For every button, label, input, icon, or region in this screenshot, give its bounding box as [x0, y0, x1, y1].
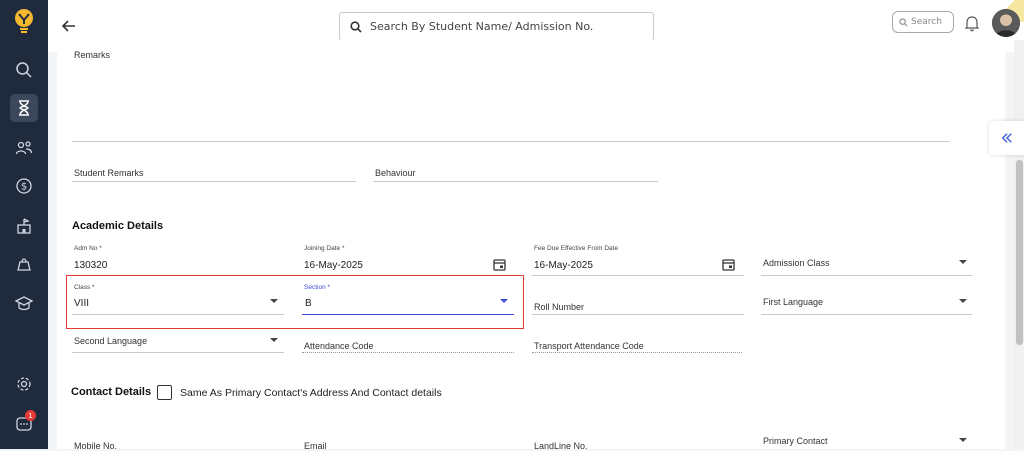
- quick-search-placeholder: Search: [911, 17, 942, 27]
- class-select[interactable]: [72, 314, 284, 315]
- primary-contact-label: Primary Contact: [763, 436, 828, 446]
- second-language-select[interactable]: [72, 352, 284, 353]
- remarks-field[interactable]: [72, 141, 949, 142]
- scrollbar-thumb[interactable]: [1016, 160, 1023, 345]
- bell-icon[interactable]: [964, 14, 980, 32]
- calendar-icon[interactable]: [493, 258, 506, 271]
- back-arrow-icon[interactable]: [60, 17, 78, 35]
- user-avatar[interactable]: [992, 9, 1020, 37]
- same-as-primary-checkbox[interactable]: [157, 385, 172, 400]
- users-icon[interactable]: [10, 134, 38, 162]
- quick-search-input[interactable]: Search: [892, 11, 954, 33]
- first-language-select[interactable]: [761, 314, 972, 315]
- search-icon: [899, 17, 908, 26]
- email-label: Email: [304, 441, 327, 451]
- contact-details-heading: Contact Details: [71, 386, 152, 398]
- graduation-icon[interactable]: [10, 289, 38, 317]
- fee-due-label: Fee Due Effective From Date: [534, 245, 619, 252]
- highlight-box: [66, 275, 524, 329]
- notification-badge: 1: [25, 410, 36, 421]
- school-icon[interactable]: [10, 212, 38, 240]
- search-icon[interactable]: [10, 56, 38, 84]
- app-logo-icon[interactable]: [12, 8, 36, 34]
- section-label: Section *: [304, 284, 331, 291]
- roll-number-label: Roll Number: [534, 302, 585, 312]
- adm-no-value: 130320: [74, 260, 108, 271]
- double-chevron-left-icon: [1001, 133, 1012, 143]
- joining-date-value: 16-May-2025: [304, 260, 363, 271]
- bag-icon[interactable]: [10, 250, 38, 278]
- adm-no-label: Adm No *: [74, 245, 102, 252]
- class-value: VIII: [74, 298, 90, 309]
- second-language-label: Second Language: [74, 336, 148, 346]
- chevron-down-icon[interactable]: [959, 438, 967, 442]
- transport-attendance-field[interactable]: [532, 352, 742, 353]
- chevron-down-icon[interactable]: [959, 299, 967, 303]
- transport-attendance-label: Transport Attendance Code: [534, 341, 644, 351]
- collapse-panel-button[interactable]: [989, 121, 1024, 155]
- admission-class-select[interactable]: [761, 275, 972, 276]
- mobile-label: Mobile No.: [74, 441, 118, 451]
- search-icon: [350, 20, 362, 33]
- sidebar: $ 1: [0, 0, 48, 449]
- roll-number-field[interactable]: [532, 314, 744, 315]
- student-search-input[interactable]: Search By Student Name/ Admission No.: [339, 12, 654, 41]
- attendance-code-label: Attendance Code: [304, 341, 374, 351]
- student-remarks-field[interactable]: [72, 181, 356, 182]
- same-as-primary-label: Same As Primary Contact's Address And Co…: [180, 387, 442, 399]
- chevron-down-icon[interactable]: [270, 338, 278, 342]
- chevron-down-icon[interactable]: [500, 299, 508, 303]
- fee-due-value: 16-May-2025: [534, 260, 593, 271]
- calendar-icon[interactable]: [722, 258, 735, 271]
- settings-gear-icon[interactable]: [10, 370, 38, 398]
- search-placeholder: Search By Student Name/ Admission No.: [370, 20, 594, 33]
- dollar-icon[interactable]: $: [10, 172, 38, 200]
- remarks-label: Remarks: [74, 50, 111, 60]
- section-select[interactable]: [302, 314, 514, 315]
- behaviour-field[interactable]: [373, 181, 658, 182]
- section-value: B: [305, 298, 312, 309]
- hourglass-icon[interactable]: [10, 94, 38, 122]
- admission-class-label: Admission Class: [763, 258, 830, 268]
- fee-due-field[interactable]: [532, 275, 744, 276]
- landline-label: LandLine No.: [534, 441, 588, 451]
- behaviour-label: Behaviour: [375, 168, 416, 178]
- class-label: Class *: [74, 284, 95, 291]
- joining-date-label: Joining Date *: [304, 245, 345, 252]
- first-language-label: First Language: [763, 297, 824, 307]
- chevron-down-icon[interactable]: [959, 260, 967, 264]
- svg-text:$: $: [21, 182, 27, 193]
- attendance-code-field[interactable]: [302, 352, 514, 353]
- academic-details-heading: Academic Details: [72, 220, 164, 232]
- chevron-down-icon[interactable]: [270, 299, 278, 303]
- student-remarks-label: Student Remarks: [74, 168, 144, 178]
